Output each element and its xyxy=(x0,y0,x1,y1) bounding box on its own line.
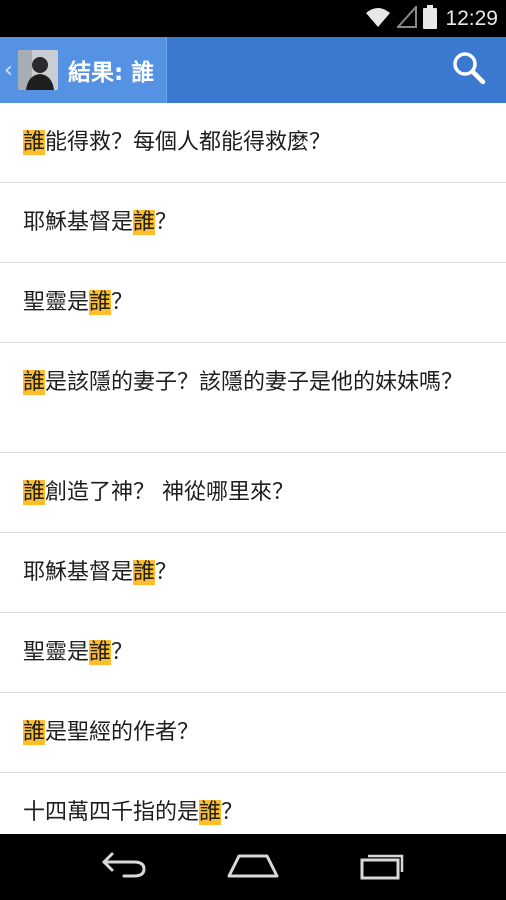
home-button[interactable] xyxy=(218,842,288,892)
up-caret-icon: ‹ xyxy=(4,57,13,83)
recent-apps-button[interactable] xyxy=(347,842,417,892)
result-item[interactable]: 聖靈是誰？ xyxy=(0,263,506,343)
system-nav-bar xyxy=(0,834,506,900)
battery-icon xyxy=(423,4,438,33)
result-item[interactable]: 聖靈是誰？ xyxy=(0,613,506,693)
status-bar: 12:29 xyxy=(0,0,506,37)
result-text: ？ xyxy=(111,290,134,315)
result-item[interactable]: 耶穌基督是誰？ xyxy=(0,183,506,263)
match-highlight: 誰 xyxy=(23,480,46,505)
match-highlight: 誰 xyxy=(133,210,156,235)
result-text: 創造了神？ 神從哪里來？ xyxy=(45,480,295,505)
page-title: 結果: 誰 xyxy=(68,60,155,86)
result-item[interactable]: 誰創造了神？ 神從哪里來？ xyxy=(0,453,506,533)
match-highlight: 誰 xyxy=(89,290,112,315)
home-icon xyxy=(225,850,281,884)
status-icons xyxy=(365,3,438,33)
result-text: ？ xyxy=(155,560,178,585)
result-text: 耶穌基督是 xyxy=(23,560,134,585)
match-highlight: 誰 xyxy=(23,720,46,745)
wifi-icon xyxy=(365,6,391,32)
up-navigation-button[interactable]: ‹ 結果: 誰 xyxy=(0,37,168,103)
result-item[interactable]: 誰是該隱的妻子？該隱的妻子是他的妹妹嗎？ xyxy=(0,343,506,453)
recent-apps-icon xyxy=(358,850,406,884)
cell-signal-icon xyxy=(396,3,418,32)
status-time: 12:29 xyxy=(445,6,498,30)
result-list: 誰能得救？每個人都能得救麼？ 耶穌基督是誰？ 聖靈是誰？ 誰是該隱的妻子？該隱的… xyxy=(0,103,506,834)
match-highlight: 誰 xyxy=(89,640,112,665)
search-icon xyxy=(452,51,486,89)
result-text: 是該隱的妻子？該隱的妻子是他的妹妹嗎？ xyxy=(45,370,464,395)
back-icon xyxy=(100,850,148,884)
search-button[interactable] xyxy=(450,51,488,89)
match-highlight: 誰 xyxy=(133,560,156,585)
back-button[interactable] xyxy=(89,842,159,892)
match-highlight: 誰 xyxy=(23,130,46,155)
result-text: ？ xyxy=(155,210,178,235)
result-text: 聖靈是 xyxy=(23,290,90,315)
result-text: 能得救？每個人都能得救麼？ xyxy=(45,130,332,155)
result-item[interactable]: 誰是聖經的作者？ xyxy=(0,693,506,773)
result-item[interactable]: 十四萬四千指的是誰？ xyxy=(0,773,506,834)
result-text: 是聖經的作者？ xyxy=(45,720,200,745)
result-item[interactable]: 耶穌基督是誰？ xyxy=(0,533,506,613)
result-text: ？ xyxy=(221,800,244,825)
result-text: 耶穌基督是 xyxy=(23,210,134,235)
result-text: ？ xyxy=(111,640,134,665)
result-text: 十四萬四千指的是 xyxy=(23,800,200,825)
action-bar: ‹ 結果: 誰 xyxy=(0,37,506,103)
avatar xyxy=(18,50,58,90)
result-text: 聖靈是 xyxy=(23,640,90,665)
match-highlight: 誰 xyxy=(23,370,46,395)
match-highlight: 誰 xyxy=(199,800,222,825)
result-item[interactable]: 誰能得救？每個人都能得救麼？ xyxy=(0,103,506,183)
